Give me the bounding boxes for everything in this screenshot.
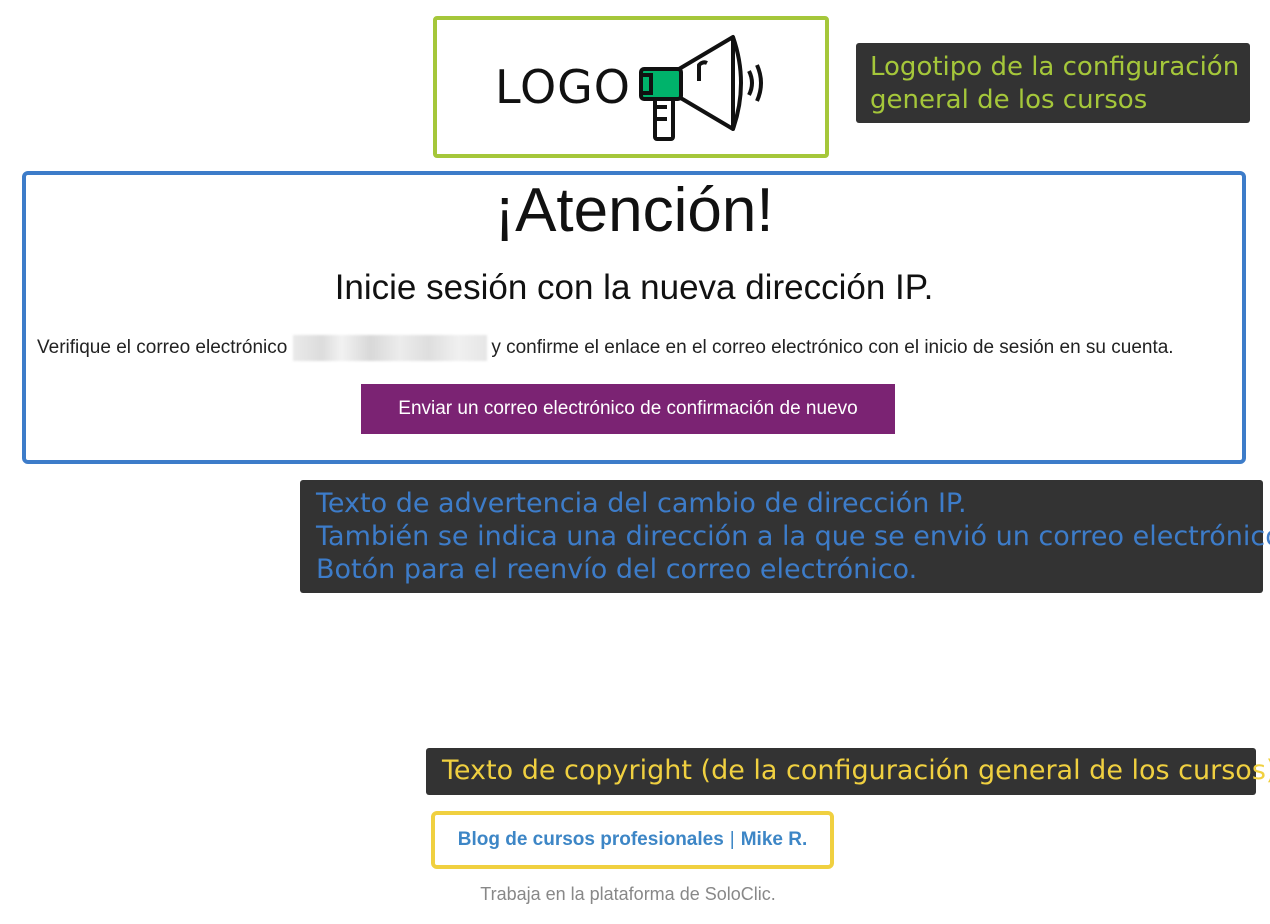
- ip-change-notice: ¡Atención! Inicie sesión con la nueva di…: [22, 171, 1246, 464]
- blog-link[interactable]: Blog de cursos profesionales: [458, 829, 724, 851]
- footer-separator: |: [729, 829, 735, 850]
- platform-credit: Trabaja en la plataforma de SoloClic.: [480, 884, 776, 904]
- notice-subtitle: Inicie sesión con la nueva dirección IP.: [334, 268, 934, 307]
- logo-annotation-line-1: Logotipo de la configuración: [870, 52, 1240, 82]
- verify-prefix: Verifique el correo electrónico: [37, 337, 288, 358]
- resend-confirmation-button[interactable]: Enviar un correo electrónico de confirma…: [361, 384, 895, 434]
- verify-suffix: y confirme el enlace en el correo electr…: [491, 337, 1174, 358]
- logo-annotation: Logotipo de la configuración general de …: [856, 43, 1250, 123]
- megaphone-icon: [639, 35, 764, 141]
- logo-frame: LOGO: [433, 16, 829, 158]
- copyright-links: Blog de cursos profesionales | Mike R.: [431, 811, 834, 869]
- logo: LOGO: [495, 31, 767, 143]
- attention-title: ¡Atención!: [494, 176, 774, 245]
- warning-annotation-line-2: También se indica una dirección a la que…: [316, 521, 1270, 553]
- warning-annotation: Texto de advertencia del cambio de direc…: [300, 480, 1270, 593]
- warning-annotation-line-3: Botón para el reenvío del correo electró…: [316, 554, 918, 586]
- copyright-annotation-text: Texto de copyright (de la configuración …: [442, 755, 1270, 786]
- logo-annotation-line-2: general de los cursos: [870, 84, 1148, 115]
- redacted-email: [293, 335, 488, 361]
- copyright-annotation: Texto de copyright (de la configuración …: [426, 748, 1270, 795]
- author-link[interactable]: Mike R.: [741, 829, 808, 851]
- verify-message: Verifique el correo electrónico y confir…: [37, 335, 1174, 361]
- logo-text: LOGO: [494, 60, 632, 114]
- warning-annotation-line-1: Texto de advertencia del cambio de direc…: [316, 488, 967, 519]
